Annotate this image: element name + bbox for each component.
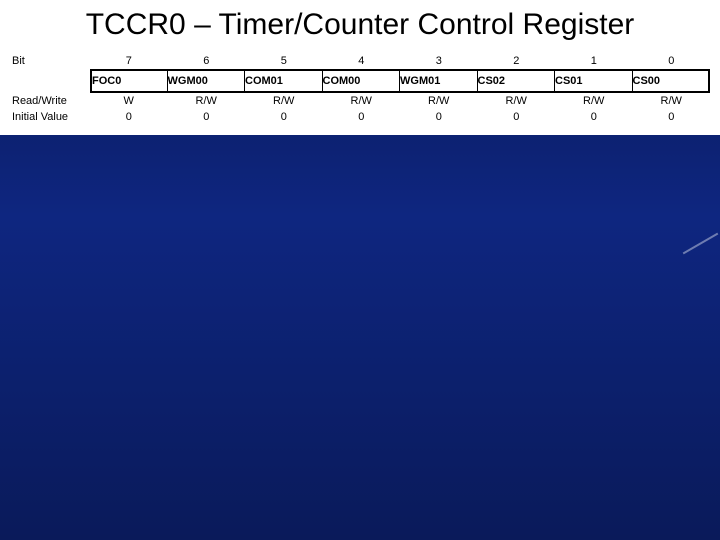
rw-cell: R/W [633, 93, 711, 109]
bit-num: 7 [90, 53, 168, 69]
rw-cell: R/W [323, 93, 401, 109]
row-label-initial: Initial Value [10, 111, 90, 123]
bit-num: 4 [323, 53, 401, 69]
bit-name-cell: WGM00 [168, 69, 246, 93]
bit-num: 5 [245, 53, 323, 69]
rw-cell: R/W [555, 93, 633, 109]
rw-cell: W [90, 93, 168, 109]
rw-cell: R/W [168, 93, 246, 109]
bit-num: 3 [400, 53, 478, 69]
rw-cell: R/W [245, 93, 323, 109]
decorative-line-icon [683, 233, 720, 288]
init-cell: 0 [168, 109, 246, 125]
page-title: TCCR0 – Timer/Counter Control Register [10, 8, 710, 43]
bit-num: 6 [168, 53, 246, 69]
rw-cell: R/W [478, 93, 556, 109]
bit-name-cell: WGM01 [400, 69, 478, 93]
rw-cell: R/W [400, 93, 478, 109]
bit-name-cell: COM00 [323, 69, 401, 93]
init-cell: 0 [555, 109, 633, 125]
init-cell: 0 [323, 109, 401, 125]
bit-name-cell: FOC0 [90, 69, 168, 93]
row-label-rw: Read/Write [10, 95, 90, 107]
init-cell: 0 [245, 109, 323, 125]
title-bar: TCCR0 – Timer/Counter Control Register [0, 0, 720, 49]
bit-num: 1 [555, 53, 633, 69]
bit-name-cell: CS02 [478, 69, 556, 93]
init-cell: 0 [90, 109, 168, 125]
init-cell: 0 [633, 109, 711, 125]
bit-name-cell: CS00 [633, 69, 711, 93]
row-label-bit: Bit [10, 55, 90, 67]
register-diagram: Bit 7 6 5 4 3 2 1 0 FOC0 WGM00 COM01 COM… [0, 49, 720, 135]
init-cell: 0 [478, 109, 556, 125]
bit-name-cell: COM01 [245, 69, 323, 93]
bit-name-cell: CS01 [555, 69, 633, 93]
bit-num: 2 [478, 53, 556, 69]
bit-num: 0 [633, 53, 711, 69]
init-cell: 0 [400, 109, 478, 125]
